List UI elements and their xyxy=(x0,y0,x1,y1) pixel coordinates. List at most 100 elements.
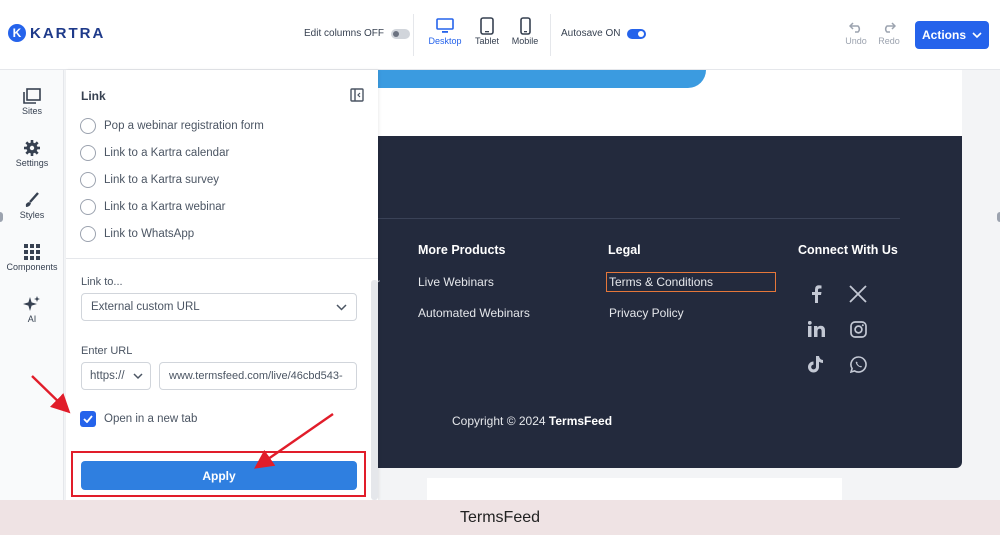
linkedin-icon[interactable] xyxy=(805,318,827,340)
copyright-prefix: Copyright © 2024 xyxy=(452,414,546,428)
option-label: Link to a Kartra survey xyxy=(104,174,220,186)
canvas-edge-handle xyxy=(0,212,3,222)
logo-mark: K xyxy=(8,24,26,42)
protocol-select[interactable]: https:// xyxy=(81,362,151,390)
option-label: Link to a Kartra webinar xyxy=(104,201,226,213)
redo-icon xyxy=(874,18,904,36)
option-label: Link to WhatsApp xyxy=(104,228,195,240)
radio-button[interactable] xyxy=(80,226,96,242)
device-mobile-button[interactable]: Mobile xyxy=(507,16,543,46)
undo-label: Undo xyxy=(845,36,867,46)
panel-divider xyxy=(66,258,378,259)
tiktok-icon[interactable] xyxy=(805,353,827,375)
sidebar-item-label: Sites xyxy=(21,106,42,116)
cta-button-partial[interactable] xyxy=(378,70,706,88)
footer-copyright: Copyright © 2024 TermsFeed xyxy=(452,414,612,428)
edit-columns-switch[interactable] xyxy=(391,28,411,39)
divider xyxy=(550,14,551,56)
link-option-webinar[interactable]: Link to a Kartra webinar xyxy=(80,199,225,215)
enter-url-label: Enter URL xyxy=(81,345,133,357)
footer-link-automated-webinars[interactable]: Automated Webinars xyxy=(418,306,530,320)
sidebar-item-styles[interactable]: Styles xyxy=(0,190,64,220)
sidebar-item-label: Components xyxy=(6,262,58,272)
radio-button[interactable] xyxy=(80,199,96,215)
caption-bar: TermsFeed xyxy=(0,500,1000,535)
tablet-icon xyxy=(469,16,505,36)
option-label: Link to a Kartra calendar xyxy=(104,147,230,159)
footer-heading-legal: Legal xyxy=(608,243,641,257)
actions-button[interactable]: Actions xyxy=(915,21,989,49)
kartra-logo[interactable]: K KARTRA xyxy=(8,24,105,42)
top-toolbar: K KARTRA Edit columns OFF Desktop Tablet… xyxy=(0,0,1000,70)
redo-button[interactable]: Redo xyxy=(874,18,904,46)
divider xyxy=(413,14,414,56)
undo-button[interactable]: Undo xyxy=(841,18,871,46)
chevron-down-icon xyxy=(972,28,982,42)
open-new-tab-checkbox[interactable]: Open in a new tab xyxy=(80,411,197,427)
mobile-icon xyxy=(507,16,543,36)
desktop-icon xyxy=(427,16,463,36)
url-input[interactable]: www.termsfeed.com/live/46cbd543- xyxy=(159,362,357,390)
instagram-icon[interactable] xyxy=(847,318,869,340)
facebook-icon[interactable] xyxy=(805,283,827,305)
sidebar-item-ai[interactable]: AI xyxy=(0,294,64,324)
copyright-brand: TermsFeed xyxy=(548,414,613,428)
autosave-label: Autosave ON xyxy=(561,28,621,39)
autosave-toggle[interactable]: Autosave ON xyxy=(561,28,647,39)
redo-label: Redo xyxy=(878,36,900,46)
sites-icon xyxy=(0,86,64,106)
sparkle-icon xyxy=(0,294,64,314)
link-option-whatsapp[interactable]: Link to WhatsApp xyxy=(80,226,194,242)
sidebar-item-label: AI xyxy=(27,314,37,324)
sidebar-item-sites[interactable]: Sites xyxy=(0,86,64,116)
sidebar-item-label: Styles xyxy=(19,210,45,220)
device-tablet-button[interactable]: Tablet xyxy=(469,16,505,46)
footer-link-privacy[interactable]: Privacy Policy xyxy=(609,306,684,320)
sidebar-item-label: Settings xyxy=(15,158,49,168)
link-option-webinar-form[interactable]: Pop a webinar registration form xyxy=(80,118,264,134)
whatsapp-icon[interactable] xyxy=(847,353,869,375)
protocol-value: https:// xyxy=(90,370,125,382)
brush-icon xyxy=(0,190,64,210)
footer-link-live-webinars[interactable]: Live Webinars xyxy=(418,275,494,289)
link-to-label: Link to... xyxy=(81,276,123,288)
actions-label: Actions xyxy=(921,28,966,42)
undo-icon xyxy=(841,18,871,36)
sidebar-item-components[interactable]: Components xyxy=(0,242,64,272)
kartra-editor: K KARTRA Edit columns OFF Desktop Tablet… xyxy=(0,0,1000,535)
device-tablet-label: Tablet xyxy=(474,36,500,46)
link-option-calendar[interactable]: Link to a Kartra calendar xyxy=(80,145,229,161)
panel-title: Link xyxy=(81,89,106,103)
grid-icon xyxy=(0,242,64,262)
device-desktop-button[interactable]: Desktop xyxy=(427,16,463,46)
x-icon[interactable] xyxy=(847,283,869,305)
radio-button[interactable] xyxy=(80,145,96,161)
checkbox-checked[interactable] xyxy=(80,411,96,427)
gear-icon xyxy=(0,138,64,158)
device-desktop-label: Desktop xyxy=(428,36,462,46)
footer-link-terms[interactable]: Terms & Conditions xyxy=(609,275,713,289)
page-bottom-section xyxy=(427,478,842,500)
autosave-switch[interactable] xyxy=(627,28,647,39)
radio-button[interactable] xyxy=(80,172,96,188)
chevron-down-icon xyxy=(336,302,347,314)
panel-scrollbar[interactable] xyxy=(371,280,378,500)
open-new-tab-label: Open in a new tab xyxy=(104,413,198,425)
footer-heading-connect: Connect With Us xyxy=(798,243,898,257)
device-mobile-label: Mobile xyxy=(511,36,539,46)
chevron-down-icon xyxy=(133,371,143,383)
logo-text: KARTRA xyxy=(30,24,106,42)
edit-columns-toggle[interactable]: Edit columns OFF xyxy=(304,28,411,39)
link-option-survey[interactable]: Link to a Kartra survey xyxy=(80,172,219,188)
link-to-select[interactable]: External custom URL xyxy=(81,293,357,321)
sidebar-item-settings[interactable]: Settings xyxy=(0,138,64,168)
radio-button[interactable] xyxy=(80,118,96,134)
apply-button[interactable]: Apply xyxy=(81,461,357,490)
option-label: Pop a webinar registration form xyxy=(104,120,264,132)
dock-panel-icon[interactable] xyxy=(350,88,364,102)
link-to-value: External custom URL xyxy=(91,301,200,313)
footer-heading-more-products: More Products xyxy=(418,243,506,257)
footer-divider xyxy=(378,218,900,219)
left-rail: Sites Settings Styles Components AI xyxy=(0,70,64,500)
edit-columns-label: Edit columns OFF xyxy=(304,28,385,39)
